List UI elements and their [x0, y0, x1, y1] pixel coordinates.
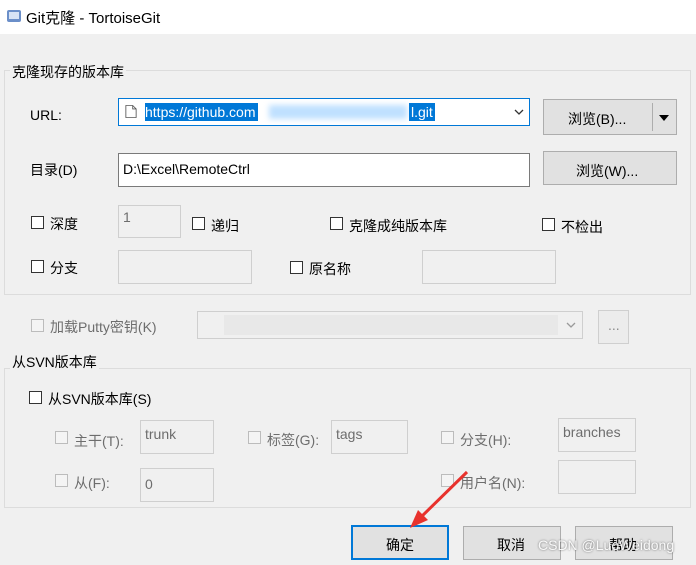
from-rev-value: 0: [145, 476, 153, 492]
url-value-suffix: l.git: [409, 103, 435, 121]
putty-browse-button[interactable]: ...: [598, 310, 629, 344]
putty-label: 加载Putty密钥(K): [50, 319, 157, 335]
putty-field-inner: [224, 315, 558, 335]
no-checkout-label: 不检出: [561, 219, 603, 235]
browse-url-button[interactable]: 浏览(B)...: [543, 99, 677, 135]
dir-label: 目录(D): [30, 162, 78, 178]
username-checkbox[interactable]: [441, 474, 454, 487]
branch-checkbox[interactable]: [31, 260, 44, 273]
branches-input[interactable]: branches: [558, 418, 636, 452]
bare-label: 克隆成纯版本库: [349, 218, 447, 234]
from-rev-label: 从(F):: [74, 475, 110, 491]
from-rev-checkbox[interactable]: [55, 474, 68, 487]
from-svn-checkbox[interactable]: [29, 391, 42, 404]
window-title: Git克隆 - TortoiseGit: [26, 10, 161, 27]
url-value-prefix: https://github.com: [145, 103, 258, 121]
branch-input[interactable]: [118, 250, 252, 284]
putty-combobox[interactable]: [197, 311, 583, 339]
tortoisegit-icon: [7, 10, 21, 22]
bare-checkbox[interactable]: [330, 217, 343, 230]
dir-input[interactable]: D:\Excel\RemoteCtrl: [118, 153, 530, 187]
dir-value: D:\Excel\RemoteCtrl: [123, 161, 250, 177]
file-icon: [125, 105, 137, 118]
url-combobox[interactable]: https://github.com l.git: [118, 98, 530, 126]
depth-label: 深度: [50, 216, 78, 232]
username-label: 用户名(N):: [460, 475, 526, 491]
url-redacted: [269, 105, 407, 119]
depth-input[interactable]: 1: [118, 205, 181, 238]
trunk-checkbox[interactable]: [55, 431, 68, 444]
browse-dir-button[interactable]: 浏览(W)...: [543, 151, 677, 185]
tags-label: 标签(G):: [267, 432, 320, 448]
split-divider: [652, 103, 653, 131]
origin-label: 原名称: [309, 261, 351, 277]
dropdown-arrow-icon[interactable]: [659, 115, 669, 121]
depth-value: 1: [123, 209, 131, 225]
title-bar: Git克隆 - TortoiseGit: [0, 0, 696, 34]
svn-group-label: 从SVN版本库: [10, 352, 99, 372]
from-svn-label: 从SVN版本库(S): [48, 391, 152, 407]
tags-input[interactable]: tags: [331, 420, 408, 454]
clone-group-label: 克隆现存的版本库: [10, 62, 126, 82]
putty-browse-label: ...: [608, 317, 620, 333]
recursive-checkbox[interactable]: [192, 217, 205, 230]
branch-label: 分支: [50, 260, 78, 276]
browse-url-label: 浏览(B)...: [568, 111, 627, 127]
origin-input[interactable]: [422, 250, 556, 284]
trunk-input[interactable]: trunk: [140, 420, 214, 454]
browse-dir-label: 浏览(W)...: [576, 163, 639, 179]
cancel-label: 取消: [497, 537, 525, 553]
chevron-down-icon[interactable]: [514, 109, 524, 115]
depth-checkbox[interactable]: [31, 216, 44, 229]
putty-checkbox[interactable]: [31, 319, 44, 332]
branches-value: branches: [563, 424, 621, 440]
origin-checkbox[interactable]: [290, 261, 303, 274]
ok-label: 确定: [386, 537, 414, 553]
username-input[interactable]: [558, 460, 636, 494]
branches-checkbox[interactable]: [441, 431, 454, 444]
tags-value: tags: [336, 426, 363, 442]
watermark: CSDN @LuoWeidong: [538, 537, 675, 553]
no-checkout-checkbox[interactable]: [542, 218, 555, 231]
recursive-label: 递归: [211, 218, 239, 234]
url-label: URL:: [30, 107, 62, 123]
branches-label: 分支(H):: [460, 432, 512, 448]
trunk-value: trunk: [145, 426, 177, 442]
chevron-down-icon[interactable]: [566, 322, 576, 328]
from-rev-input[interactable]: 0: [140, 468, 214, 502]
tags-checkbox[interactable]: [248, 431, 261, 444]
ok-button[interactable]: 确定: [351, 525, 449, 560]
trunk-label: 主干(T):: [74, 433, 124, 449]
